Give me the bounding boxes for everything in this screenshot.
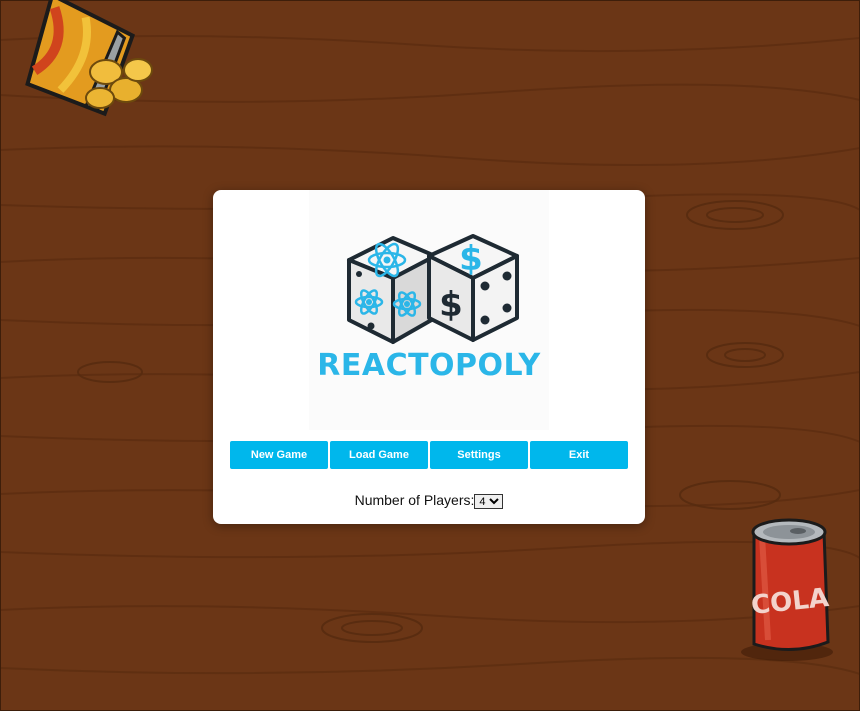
menu-button-row: New Game Load Game Settings Exit: [229, 441, 629, 469]
cola-can-icon: COLA: [741, 518, 833, 661]
settings-button[interactable]: Settings: [430, 441, 528, 469]
players-row: Number of Players: 4: [213, 492, 645, 509]
players-label: Number of Players:: [354, 492, 475, 508]
players-select[interactable]: 4: [474, 493, 504, 509]
game-logo: $ $ REACTOPOLY: [309, 190, 549, 430]
main-menu-modal: $ $ REACTOPOLY New Game Load Game Settin…: [213, 190, 645, 524]
new-game-button[interactable]: New Game: [230, 441, 328, 469]
chips-bag-icon: [25, 0, 153, 117]
svg-text:$: $: [439, 285, 463, 325]
dice-logo-icon: $ $: [347, 234, 519, 344]
svg-text:$: $: [459, 239, 483, 279]
game-title: REACTOPOLY: [317, 348, 541, 383]
exit-button[interactable]: Exit: [530, 441, 628, 469]
load-game-button[interactable]: Load Game: [330, 441, 428, 469]
